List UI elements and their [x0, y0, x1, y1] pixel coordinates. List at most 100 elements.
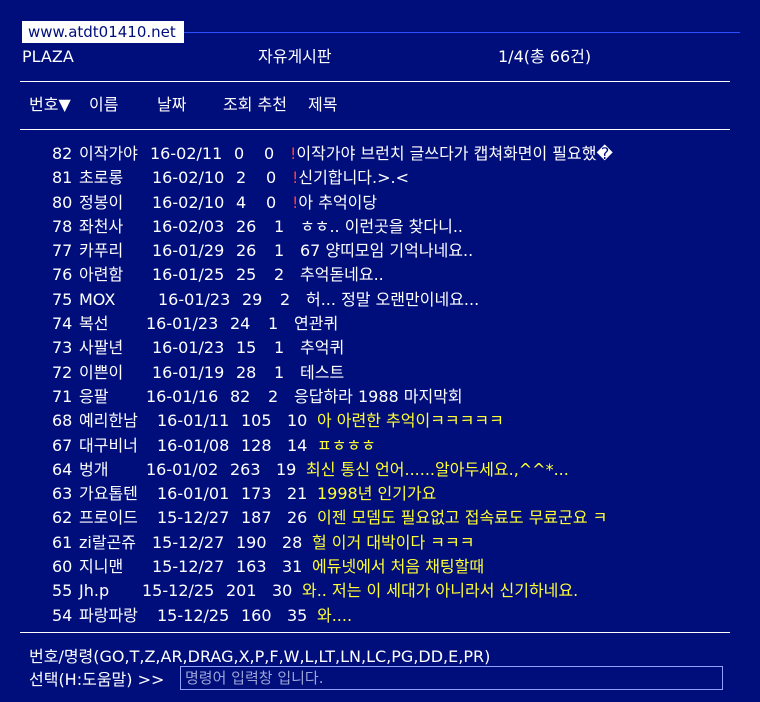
post-title[interactable]: 와.. 저는 이 세대가 아니라서 신기하네요. [302, 579, 578, 603]
post-title[interactable]: 에듀넷에서 처음 채팅할때 [312, 555, 484, 579]
post-number: 61 [52, 532, 73, 552]
post-list: 82 이작가야 16-02/11 0 0 !이작가야 브런치 글쓰다가 캡쳐화면이 필요했… [52, 142, 752, 628]
column-name[interactable]: 이름 [89, 94, 118, 116]
post-number: 75 [52, 289, 73, 309]
post-title-text: 추억돋네요.. [300, 265, 384, 285]
post-recommend: 35 [287, 605, 308, 625]
post-title[interactable]: 최신 통신 언어......알아두세요.,^^*... [306, 458, 569, 482]
post-recommend: 1 [274, 241, 285, 261]
post-title[interactable]: 와.... [317, 604, 352, 628]
post-title[interactable]: 헐 이거 대박이다 ㅋㅋㅋ [312, 531, 474, 555]
post-title[interactable]: 아 아련한 추억이ㅋㅋㅋㅋㅋ [317, 409, 504, 433]
post-row[interactable]: 74 복선 16-01/23 24 1 연관퀴 [52, 312, 752, 336]
command-input[interactable] [180, 666, 723, 690]
post-recommend: 0 [266, 192, 277, 212]
post-number: 67 [52, 435, 73, 455]
post-views: 82 [230, 386, 251, 406]
post-recommend: 1 [274, 362, 285, 382]
post-row[interactable]: 62 프로이드 15-12/27 187 26 이젠 모뎀도 필요없고 접속료도 무료군요… [52, 506, 752, 530]
post-title[interactable]: 허... 정말 오랜만이네요... [306, 288, 479, 312]
post-author: 벙개 [79, 459, 109, 479]
post-recommend: 19 [276, 459, 297, 479]
post-recommend: 30 [272, 581, 293, 601]
post-row[interactable]: 73 사팔년 16-01/23 15 1 추억퀴 [52, 336, 752, 360]
post-author: zi랄곤쥬 [79, 532, 137, 552]
post-title[interactable]: ㅍㅎㅎㅎ [317, 434, 376, 458]
post-row[interactable]: 55 Jh.p 15-12/25 201 30 와.. 저는 이 세대가 아니라서 신기하… [52, 579, 752, 603]
column-views-recommend[interactable]: 조회 추천 [223, 94, 287, 116]
post-recommend: 10 [287, 411, 308, 431]
board-title: 자유게시판 [258, 47, 332, 66]
post-title[interactable]: 테스트 [300, 361, 344, 385]
post-row[interactable]: 64 벙개 16-01/02 263 19 최신 통신 언어......알아두세요.,^^… [52, 458, 752, 482]
post-author: 사팔년 [79, 338, 124, 358]
post-author: 예리한남 [79, 411, 138, 431]
post-recommend: 1 [274, 216, 285, 236]
post-title-text: 아 추억이당 [298, 192, 378, 212]
post-views: 15 [236, 338, 257, 358]
post-date: 16-01/16 [146, 386, 219, 406]
command-prompt: 선택(H:도움말) >> [29, 670, 165, 689]
post-author: 복선 [79, 314, 109, 334]
post-title[interactable]: !신기합니다.>.< [292, 166, 409, 190]
post-author: 가요톱텐 [79, 484, 138, 504]
post-title[interactable]: !이작가야 브런치 글쓰다가 캡쳐화면이 필요했� [290, 142, 613, 166]
post-views: 173 [241, 484, 272, 504]
post-title[interactable]: 추억퀴 [300, 336, 344, 360]
top-divider [184, 32, 740, 33]
post-row[interactable]: 75 MOX 16-01/23 29 2 허... 정말 오랜만이네요... [52, 288, 752, 312]
post-recommend: 21 [287, 484, 308, 504]
post-row[interactable]: 63 가요톱텐 16-01/01 173 21 1998년 인기가요 [52, 482, 752, 506]
post-title-text: 테스트 [300, 362, 345, 382]
post-title[interactable]: !아 추억이당 [292, 191, 377, 215]
post-title[interactable]: 응답하라 1988 마지막회 [294, 385, 463, 409]
post-row[interactable]: 68 예리한남 16-01/11 105 10 아 아련한 추억이ㅋㅋㅋㅋㅋ [52, 409, 752, 433]
post-title[interactable]: 67 양띠모임 기억나네요.. [300, 239, 473, 263]
post-views: 24 [230, 314, 251, 334]
post-row[interactable]: 80 정봉이 16-02/10 4 0 !아 추억이당 [52, 191, 752, 215]
post-date: 16-01/23 [152, 338, 225, 358]
post-title[interactable]: ㅎㅎ.. 이런곳을 찾다니.. [300, 215, 463, 239]
post-views: 0 [234, 144, 245, 163]
post-title-text: 허... 정말 오랜만이네요... [306, 289, 480, 309]
post-row[interactable]: 77 카푸리 16-01/29 26 1 67 양띠모임 기억나네요.. [52, 239, 752, 263]
post-views: 128 [241, 435, 272, 455]
post-title-text: 와.. 저는 이 세대가 아니라서 신기하네요. [302, 581, 579, 601]
command-help: 번호/명령(GO,T,Z,AR,DRAG,X,P,F,W,L,LT,LN,LC,… [29, 647, 491, 666]
post-row[interactable]: 54 파랑파랑 15-12/25 160 35 와.... [52, 604, 752, 628]
post-row[interactable]: 71 응팔 16-01/16 82 2 응답하라 1988 마지막회 [52, 385, 752, 409]
post-number: 63 [52, 484, 73, 504]
column-number-sort[interactable]: 번호▼ [29, 94, 71, 116]
post-row[interactable]: 72 이쁜이 16-01/19 28 1 테스트 [52, 361, 752, 385]
post-row[interactable]: 82 이작가야 16-02/11 0 0 !이작가야 브런치 글쓰다가 캡쳐화면이 필요했… [52, 142, 752, 166]
post-title[interactable]: 1998년 인기가요 [317, 482, 436, 506]
post-title-text: 1998년 인기가요 [317, 484, 437, 504]
post-title[interactable]: 이젠 모뎀도 필요없고 접속료도 무료군요 ㅋ [317, 506, 607, 530]
post-row[interactable]: 60 지니맨 15-12/27 163 31 에듀넷에서 처음 채팅할때 [52, 555, 752, 579]
column-title[interactable]: 제목 [308, 94, 337, 116]
post-date: 15-12/27 [157, 508, 230, 528]
post-views: 25 [236, 265, 257, 285]
post-row[interactable]: 78 좌천사 16-02/03 26 1 ㅎㅎ.. 이런곳을 찾다니.. [52, 215, 752, 239]
post-number: 73 [52, 338, 73, 358]
footer-divider [20, 632, 730, 633]
post-author: 지니맨 [79, 557, 124, 577]
post-row[interactable]: 67 대구비너 16-01/08 128 14 ㅍㅎㅎㅎ [52, 434, 752, 458]
post-author: 대구비너 [79, 435, 138, 455]
post-date: 16-02/10 [152, 192, 225, 212]
post-title[interactable]: 연관퀴 [294, 312, 338, 336]
post-date: 16-02/10 [152, 168, 225, 188]
post-date: 16-01/08 [157, 435, 230, 455]
post-row[interactable]: 81 초로롱 16-02/10 2 0 !신기합니다.>.< [52, 166, 752, 190]
column-date[interactable]: 날짜 [157, 94, 186, 116]
post-views: 190 [236, 532, 267, 552]
post-title[interactable]: 추억돋네요.. [300, 263, 384, 287]
post-row[interactable]: 76 아련함 16-01/25 25 2 추억돋네요.. [52, 263, 752, 287]
post-row[interactable]: 61 zi랄곤쥬 15-12/27 190 28 헐 이거 대박이다 ㅋㅋㅋ [52, 531, 752, 555]
post-date: 16-02/03 [152, 216, 225, 236]
post-number: 78 [52, 216, 73, 236]
post-views: 26 [236, 216, 257, 236]
post-title-text: 와.... [317, 605, 353, 625]
post-author: 이쁜이 [79, 362, 124, 382]
post-date: 15-12/27 [152, 557, 225, 577]
